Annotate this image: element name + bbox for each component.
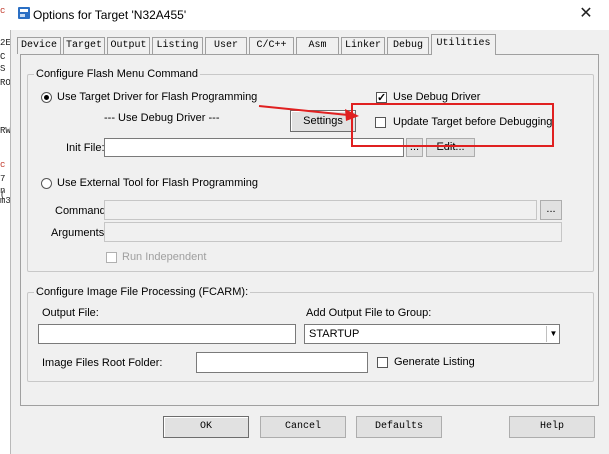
tab-c-cpp[interactable]: C/C++ xyxy=(249,37,294,54)
run-independent-label: Run Independent xyxy=(122,251,207,263)
command-label: Command: xyxy=(55,205,109,217)
annotation-arrow-icon xyxy=(258,105,359,121)
annotation-highlight-box xyxy=(351,103,554,147)
debug-driver-selector-text: --- Use Debug Driver --- xyxy=(104,112,220,124)
tab-user[interactable]: User xyxy=(205,37,247,54)
image-processing-legend: Configure Image File Processing (FCARM): xyxy=(34,286,251,298)
close-button[interactable]: ✕ xyxy=(575,3,597,25)
cancel-button[interactable]: Cancel xyxy=(260,416,346,438)
code-fragment: C xyxy=(0,52,6,62)
help-button[interactable]: Help xyxy=(509,416,595,438)
tab-debug[interactable]: Debug xyxy=(387,37,429,54)
tab-listing[interactable]: Listing xyxy=(152,37,203,54)
arguments-label: Arguments: xyxy=(51,227,108,239)
window-title: Options for Target 'N32A455' xyxy=(33,8,187,22)
use-debug-driver-label: Use Debug Driver xyxy=(393,91,481,103)
code-fragment: c xyxy=(0,6,6,16)
code-fragment: 7 xyxy=(0,174,6,184)
command-browse-button[interactable]: ... xyxy=(540,200,562,220)
ok-button[interactable]: OK xyxy=(163,416,249,438)
use-debug-driver-checkbox[interactable]: ✓ xyxy=(376,92,387,104)
output-file-label: Output File: xyxy=(42,307,99,319)
group-select[interactable]: STARTUP ▼ xyxy=(304,324,560,344)
arguments-input[interactable] xyxy=(104,222,562,242)
group-select-value: STARTUP xyxy=(309,328,360,340)
generate-listing-checkbox[interactable] xyxy=(377,357,388,368)
output-file-input[interactable] xyxy=(38,324,296,344)
tab-output[interactable]: Output xyxy=(107,37,150,54)
tab-linker[interactable]: Linker xyxy=(341,37,385,54)
use-external-tool-radio[interactable] xyxy=(41,178,52,189)
root-folder-input[interactable] xyxy=(196,352,368,373)
tab-target[interactable]: Target xyxy=(63,37,105,54)
tab-asm[interactable]: Asm xyxy=(296,37,339,54)
init-file-label: Init File: xyxy=(66,142,105,154)
use-target-driver-label: Use Target Driver for Flash Programming xyxy=(57,91,258,103)
code-fragment: S xyxy=(0,64,6,74)
add-output-label: Add Output File to Group: xyxy=(306,307,432,319)
use-target-driver-radio[interactable] xyxy=(41,92,52,103)
generate-listing-label: Generate Listing xyxy=(394,356,475,368)
chevron-down-icon: ▼ xyxy=(546,326,560,342)
use-external-tool-label: Use External Tool for Flash Programming xyxy=(57,177,258,189)
keil-window-icon xyxy=(18,7,30,19)
tab-utilities[interactable]: Utilities xyxy=(431,34,496,55)
tab-device[interactable]: Device xyxy=(17,37,61,54)
code-fragment: c xyxy=(0,160,6,170)
close-icon: ✕ xyxy=(579,5,593,22)
run-independent-checkbox[interactable] xyxy=(106,252,117,263)
defaults-button[interactable]: Defaults xyxy=(356,416,442,438)
command-input[interactable] xyxy=(104,200,537,220)
flash-menu-legend: Configure Flash Menu Command xyxy=(34,68,201,80)
root-folder-label: Image Files Root Folder: xyxy=(42,357,163,369)
